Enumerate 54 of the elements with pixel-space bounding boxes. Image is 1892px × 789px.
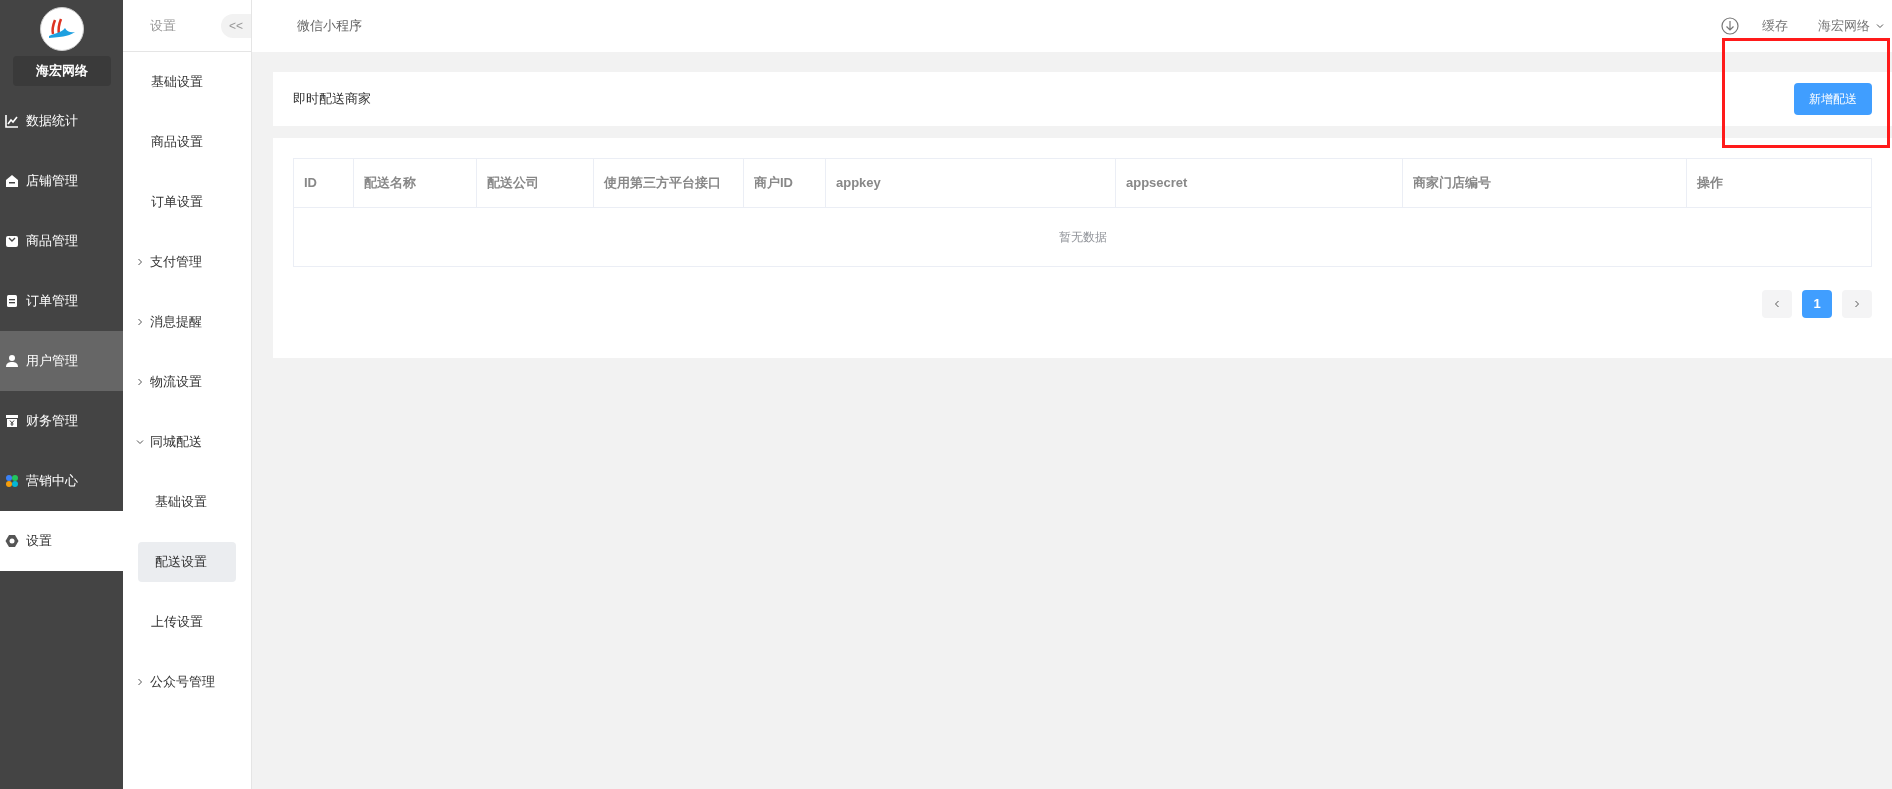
four-petal-icon (5, 474, 19, 488)
column-header: 使用第三方平台接口 (594, 159, 744, 207)
submenu-subitem[interactable]: 基础设置 (138, 482, 236, 522)
sidebar-item[interactable]: 订单管理 (0, 271, 123, 331)
submenu-item[interactable]: 上传设置 (123, 592, 251, 652)
column-header: ID (294, 159, 354, 207)
column-header: 商家门店编号 (1403, 159, 1687, 207)
chevron-down-icon (136, 438, 144, 446)
chevron-right-icon (136, 678, 144, 686)
submenu-item[interactable]: 公众号管理 (123, 652, 251, 712)
empty-text: 暂无数据 (1058, 229, 1107, 246)
chevron-right-icon (136, 258, 144, 266)
prev-page-button[interactable] (1762, 290, 1792, 318)
column-header: 配送名称 (354, 159, 477, 207)
chevron-down-icon (1876, 22, 1884, 30)
page-title: 即时配送商家 (293, 90, 371, 109)
house-icon (5, 174, 19, 188)
column-header: 商户ID (744, 159, 826, 207)
submenu-item[interactable]: 基础设置 (123, 52, 251, 112)
sidebar-item[interactable]: 商品管理 (0, 211, 123, 271)
column-header: 配送公司 (477, 159, 594, 207)
submenu-item[interactable]: 支付管理 (123, 232, 251, 292)
sidebar-item[interactable]: 设置 (0, 511, 123, 571)
user-menu[interactable]: 海宏网络 (1818, 16, 1884, 36)
brand-name: 海宏网络 (12, 56, 111, 86)
sidebar-item[interactable]: 用户管理 (0, 331, 123, 391)
submenu-item[interactable]: 物流设置 (123, 352, 251, 412)
column-header: appsecret (1116, 159, 1403, 207)
column-header: 操作 (1696, 174, 1724, 193)
chevron-right-icon (1853, 300, 1861, 308)
sidebar-item[interactable]: 数据统计 (0, 91, 123, 151)
user-icon (5, 354, 19, 368)
column-header: appkey (826, 159, 1116, 207)
sidebar-item[interactable]: 店铺管理 (0, 151, 123, 211)
submenu-title: 设置 (150, 16, 176, 35)
line-chart-icon (5, 114, 19, 128)
clipboard-icon (5, 294, 19, 308)
next-page-button[interactable] (1842, 290, 1872, 318)
submenu-item[interactable]: 商品设置 (123, 112, 251, 172)
sidebar-item[interactable]: 营销中心 (0, 451, 123, 511)
chevron-right-icon (136, 318, 144, 326)
submenu-item[interactable]: 订单设置 (123, 172, 251, 232)
chevron-right-icon (136, 378, 144, 386)
submenu-item[interactable]: 同城配送 (123, 412, 251, 472)
envelope-icon (5, 234, 19, 248)
cache-link[interactable]: 缓存 (1762, 16, 1788, 36)
chevron-left-icon (1773, 300, 1781, 308)
mini-program-tab[interactable]: 微信小程序 (297, 16, 362, 36)
download-icon[interactable] (1721, 17, 1739, 35)
submenu-item[interactable]: 消息提醒 (123, 292, 251, 352)
settings-icon (5, 534, 19, 548)
sidebar-item[interactable]: 财务管理 (0, 391, 123, 451)
submenu-subitem[interactable]: 配送设置 (138, 542, 236, 582)
yen-box-icon (5, 414, 19, 428)
